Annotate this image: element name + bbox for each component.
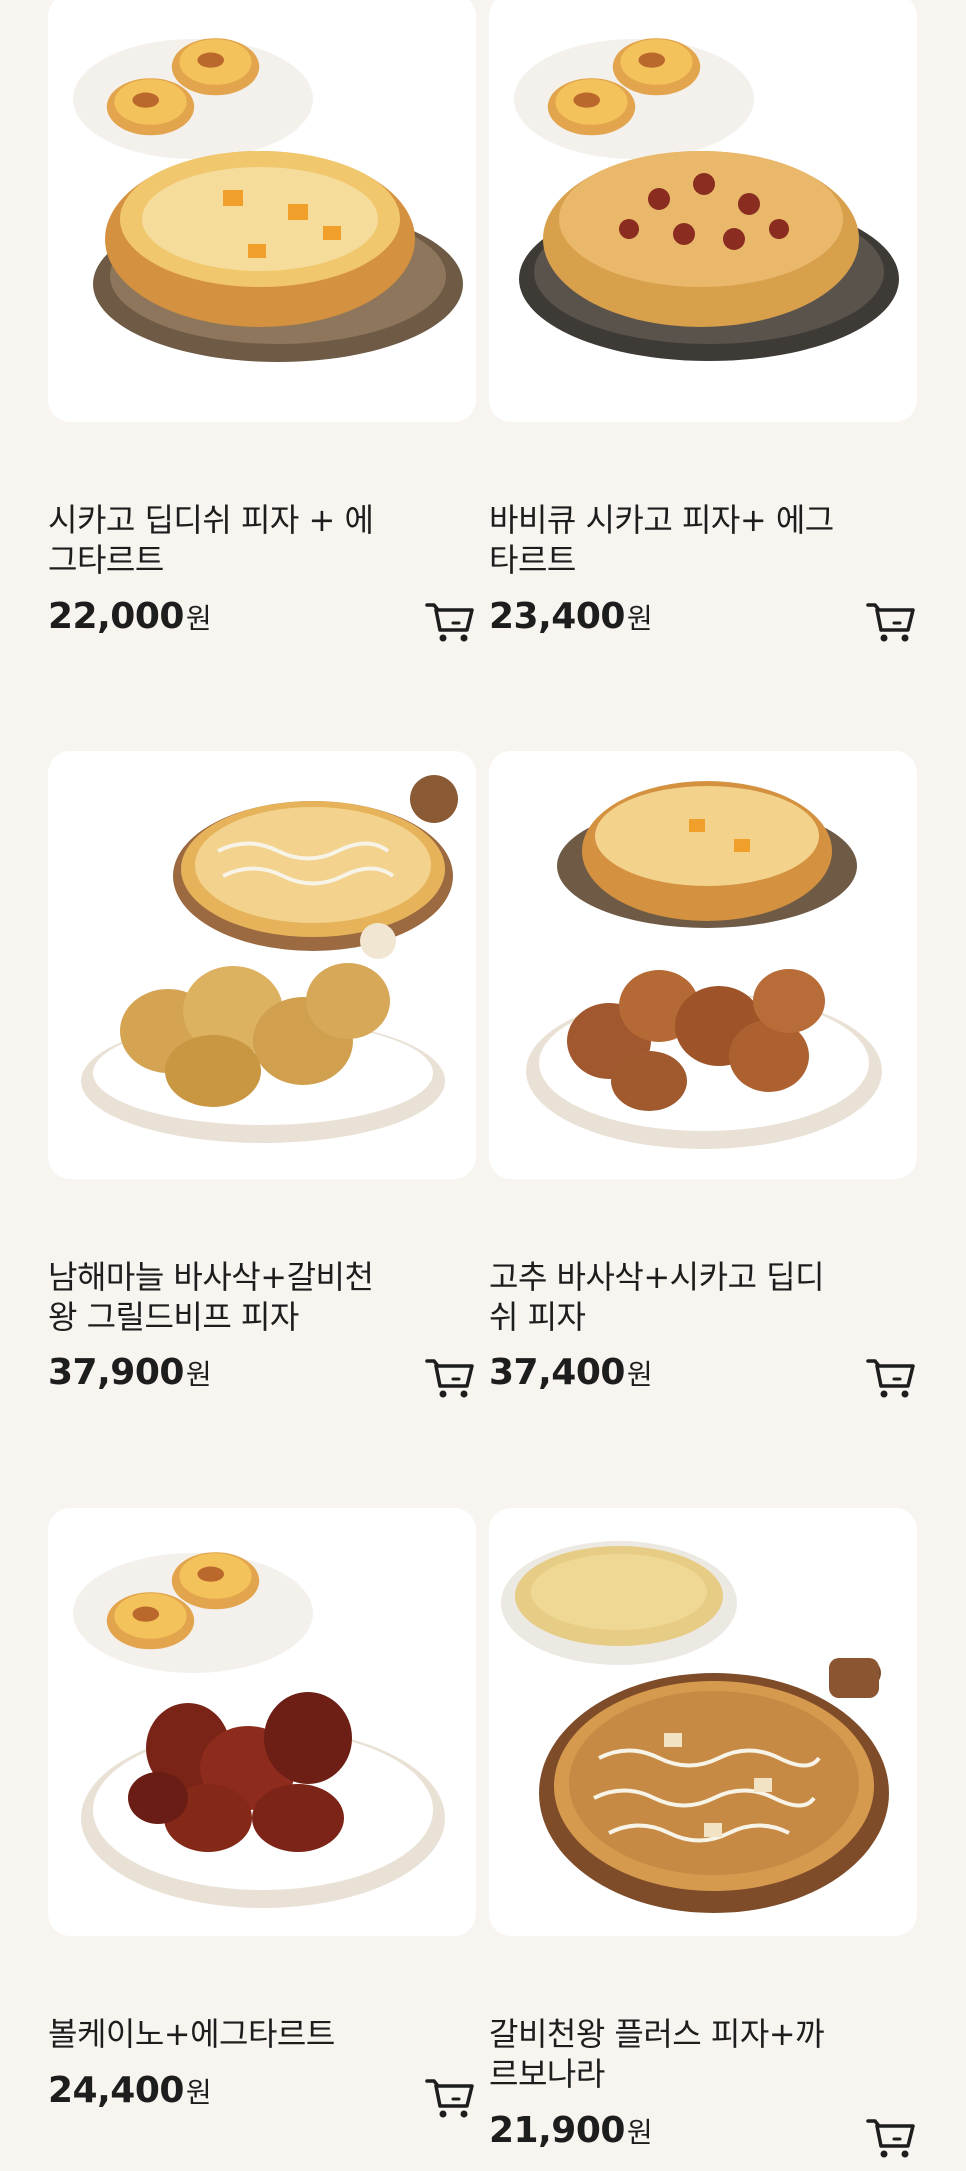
currency-label: 원 [626, 2116, 653, 2149]
product-price: 37,400 [489, 1352, 625, 1393]
product-name[interactable]: 갈비천왕 플러스 피자+까르보나라 [489, 2014, 839, 2094]
currency-label: 원 [626, 1358, 653, 1391]
price-row: 37,900 원 [48, 1352, 212, 1400]
bbq-chicago-pizza-egg-tart-image [514, 38, 899, 361]
garlic-chicken-grilled-beef-pizza-image [81, 775, 458, 1143]
product-name[interactable]: 바비큐 시카고 피자+ 에그타르트 [489, 500, 839, 580]
shopping-cart-icon [865, 2112, 917, 2164]
shopping-cart-icon [424, 596, 476, 648]
add-to-cart-button[interactable] [424, 2072, 476, 2124]
product-price: 37,900 [48, 1352, 184, 1393]
volcano-chicken-egg-tart-image [73, 1552, 445, 1908]
product-price: 22,000 [48, 596, 184, 637]
add-to-cart-button[interactable] [424, 596, 476, 648]
product-image[interactable] [489, 0, 917, 422]
product-name[interactable]: 고추 바사삭+시카고 딥디쉬 피자 [489, 1257, 839, 1337]
shopping-cart-icon [424, 1352, 476, 1404]
price-row: 24,400 원 [48, 2070, 212, 2118]
product-price: 24,400 [48, 2070, 184, 2111]
add-to-cart-button[interactable] [865, 2112, 917, 2164]
shopping-cart-icon [424, 2072, 476, 2124]
add-to-cart-button[interactable] [865, 1352, 917, 1404]
shopping-cart-icon [865, 596, 917, 648]
shopping-cart-icon [865, 1352, 917, 1404]
product-price: 21,900 [489, 2110, 625, 2151]
product-name[interactable]: 볼케이노+에그타르트 [48, 2014, 398, 2054]
product-image[interactable] [48, 751, 476, 1179]
price-row: 22,000 원 [48, 596, 212, 644]
product-image[interactable] [489, 1508, 917, 1936]
currency-label: 원 [185, 1358, 212, 1391]
product-image[interactable] [48, 0, 476, 422]
add-to-cart-button[interactable] [424, 1352, 476, 1404]
price-row: 23,400 원 [489, 596, 653, 644]
chicago-dish-pizza-egg-tart-image [73, 38, 463, 362]
product-image[interactable] [48, 1508, 476, 1936]
product-name[interactable]: 남해마늘 바사삭+갈비천왕 그릴드비프 피자 [48, 1257, 398, 1337]
galbi-pizza-carbonara-image [501, 1541, 889, 1913]
currency-label: 원 [185, 602, 212, 635]
currency-label: 원 [626, 602, 653, 635]
product-image[interactable] [489, 751, 917, 1179]
price-row: 37,400 원 [489, 1352, 653, 1400]
add-to-cart-button[interactable] [865, 596, 917, 648]
product-price: 23,400 [489, 596, 625, 637]
price-row: 21,900 원 [489, 2110, 653, 2158]
currency-label: 원 [185, 2076, 212, 2109]
product-name[interactable]: 시카고 딥디쉬 피자 + 에그타르트 [48, 500, 398, 580]
pepper-chicken-chicago-pizza-image [526, 781, 882, 1149]
